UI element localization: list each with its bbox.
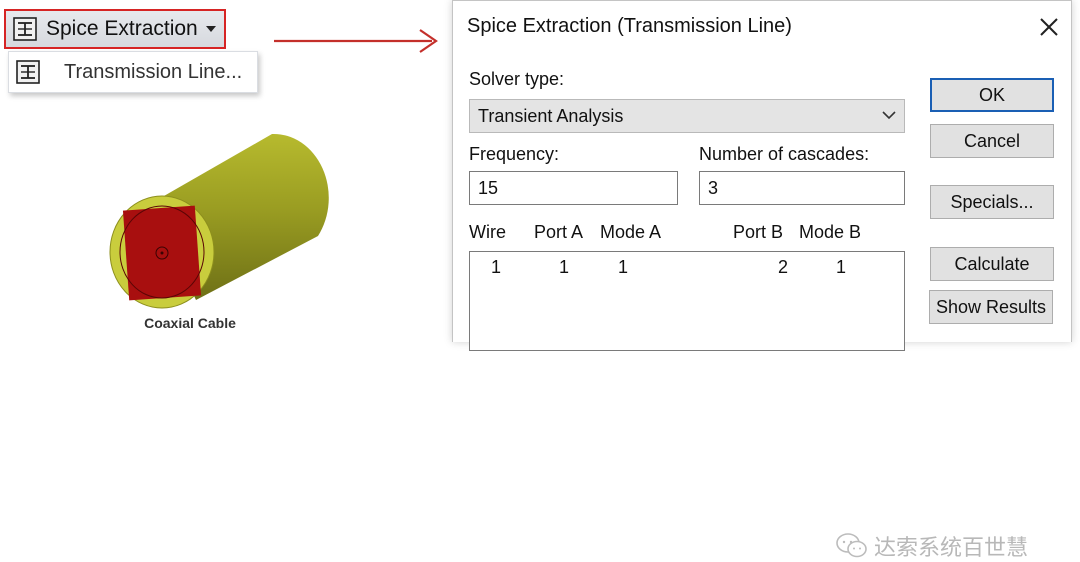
spice-extraction-label: Spice Extraction <box>46 17 198 40</box>
column-header-port-a: Port A <box>534 222 584 242</box>
menu-item-label: Transmission Line... <box>64 60 243 83</box>
transmission-line-icon <box>16 60 40 84</box>
column-header-mode-a: Mode A <box>600 222 662 242</box>
caret-down-icon[interactable] <box>206 26 216 32</box>
cable-caption: Coaxial Cable <box>144 315 236 331</box>
calculate-button[interactable]: Calculate <box>930 247 1054 281</box>
table-cell: 1 <box>618 257 629 277</box>
annotation-arrow <box>274 29 438 53</box>
frequency-input[interactable] <box>469 171 678 205</box>
cancel-button[interactable]: Cancel <box>930 124 1054 158</box>
watermark: 达索系统百世慧 <box>836 530 1028 562</box>
solver-type-select[interactable]: Transient Analysis <box>469 99 905 133</box>
coaxial-cable-illustration <box>109 133 329 309</box>
column-header-port-b: Port B <box>733 222 784 242</box>
column-header-wire: Wire <box>469 222 506 242</box>
watermark-text: 达索系统百世慧 <box>874 535 1029 560</box>
close-icon[interactable] <box>1037 15 1061 39</box>
menu-item-transmission-line[interactable]: Transmission Line... <box>8 51 258 93</box>
ok-button[interactable]: OK <box>930 78 1054 112</box>
cascades-label: Number of cascades: <box>699 144 870 164</box>
wechat-icon <box>836 533 867 558</box>
spice-extraction-button[interactable]: Spice Extraction <box>4 9 226 49</box>
column-header-mode-b: Mode B <box>799 222 862 242</box>
table-cell: 1 <box>836 257 847 277</box>
wire-table[interactable]: 1 1 1 2 1 达索系统百世慧 <box>469 251 1028 560</box>
dialog-title: Spice Extraction (Transmission Line) <box>467 15 792 37</box>
solver-type-label: Solver type: <box>469 69 565 89</box>
chevron-down-icon <box>882 111 896 120</box>
table-cell: 1 <box>559 257 570 277</box>
spice-extraction-icon <box>13 17 37 41</box>
frequency-label: Frequency: <box>469 144 560 164</box>
show-results-button[interactable]: Show Results <box>929 290 1053 324</box>
table-cell: 1 <box>491 257 502 277</box>
specials-button[interactable]: Specials... <box>930 185 1054 219</box>
cascades-input[interactable] <box>699 171 905 205</box>
table-cell: 2 <box>778 257 789 277</box>
solver-type-value: Transient Analysis <box>478 105 624 126</box>
